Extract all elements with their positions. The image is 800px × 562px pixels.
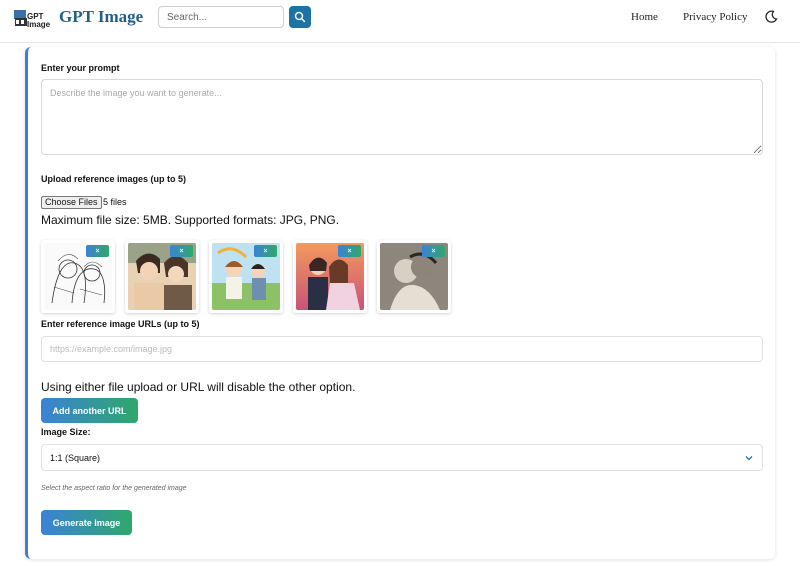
thumbnail-item: × (41, 240, 115, 313)
remove-thumbnail-button[interactable]: × (338, 245, 361, 257)
search-input[interactable] (158, 6, 284, 28)
remove-thumbnail-button[interactable]: × (254, 245, 277, 257)
remove-thumbnail-button[interactable]: × (422, 245, 445, 257)
image-size-select[interactable]: 1:1 (Square) (41, 444, 763, 471)
file-count-text: 5 files (103, 197, 127, 207)
theme-toggle-button[interactable] (763, 9, 779, 25)
image-size-helper: Select the aspect ratio for the generate… (41, 485, 187, 492)
thumbnail-item: × (125, 240, 199, 313)
file-size-note: Maximum file size: 5MB. Supported format… (41, 213, 340, 227)
thumbnail-list: × × × × × (41, 240, 461, 313)
exclusive-option-note: Using either file upload or URL will dis… (41, 380, 356, 394)
prompt-label: Enter your prompt (41, 63, 120, 73)
prompt-textarea[interactable] (41, 79, 763, 155)
top-nav-bar: GPT Image GPT Image Home Privacy Policy (0, 0, 800, 43)
site-logo[interactable]: GPT Image (13, 6, 51, 29)
thumbnail-item: × (377, 240, 451, 313)
image-size-value: 1:1 (Square) (50, 452, 101, 463)
logo-text: GPT Image (27, 12, 51, 29)
image-url-input[interactable] (41, 336, 763, 362)
url-label: Enter reference image URLs (up to 5) (41, 319, 200, 329)
generator-form-card: Enter your prompt Upload reference image… (25, 47, 775, 559)
thumbnail-item: × (209, 240, 283, 313)
generate-image-button[interactable]: Generate Image (41, 510, 132, 535)
image-size-label: Image Size: (41, 427, 91, 437)
nav-privacy-link[interactable]: Privacy Policy (683, 11, 747, 23)
add-url-button[interactable]: Add another URL (41, 398, 138, 423)
choose-files-button[interactable]: Choose Files (41, 196, 102, 209)
search-icon (294, 11, 306, 23)
remove-thumbnail-button[interactable]: × (170, 245, 193, 257)
remove-thumbnail-button[interactable]: × (86, 245, 109, 257)
search-button[interactable] (289, 6, 311, 28)
upload-label: Upload reference images (up to 5) (41, 174, 187, 184)
nav-home-link[interactable]: Home (631, 11, 658, 23)
moon-icon (765, 10, 778, 23)
brand-title[interactable]: GPT Image (59, 7, 143, 27)
chevron-down-icon (745, 455, 753, 460)
thumbnail-item: × (293, 240, 367, 313)
